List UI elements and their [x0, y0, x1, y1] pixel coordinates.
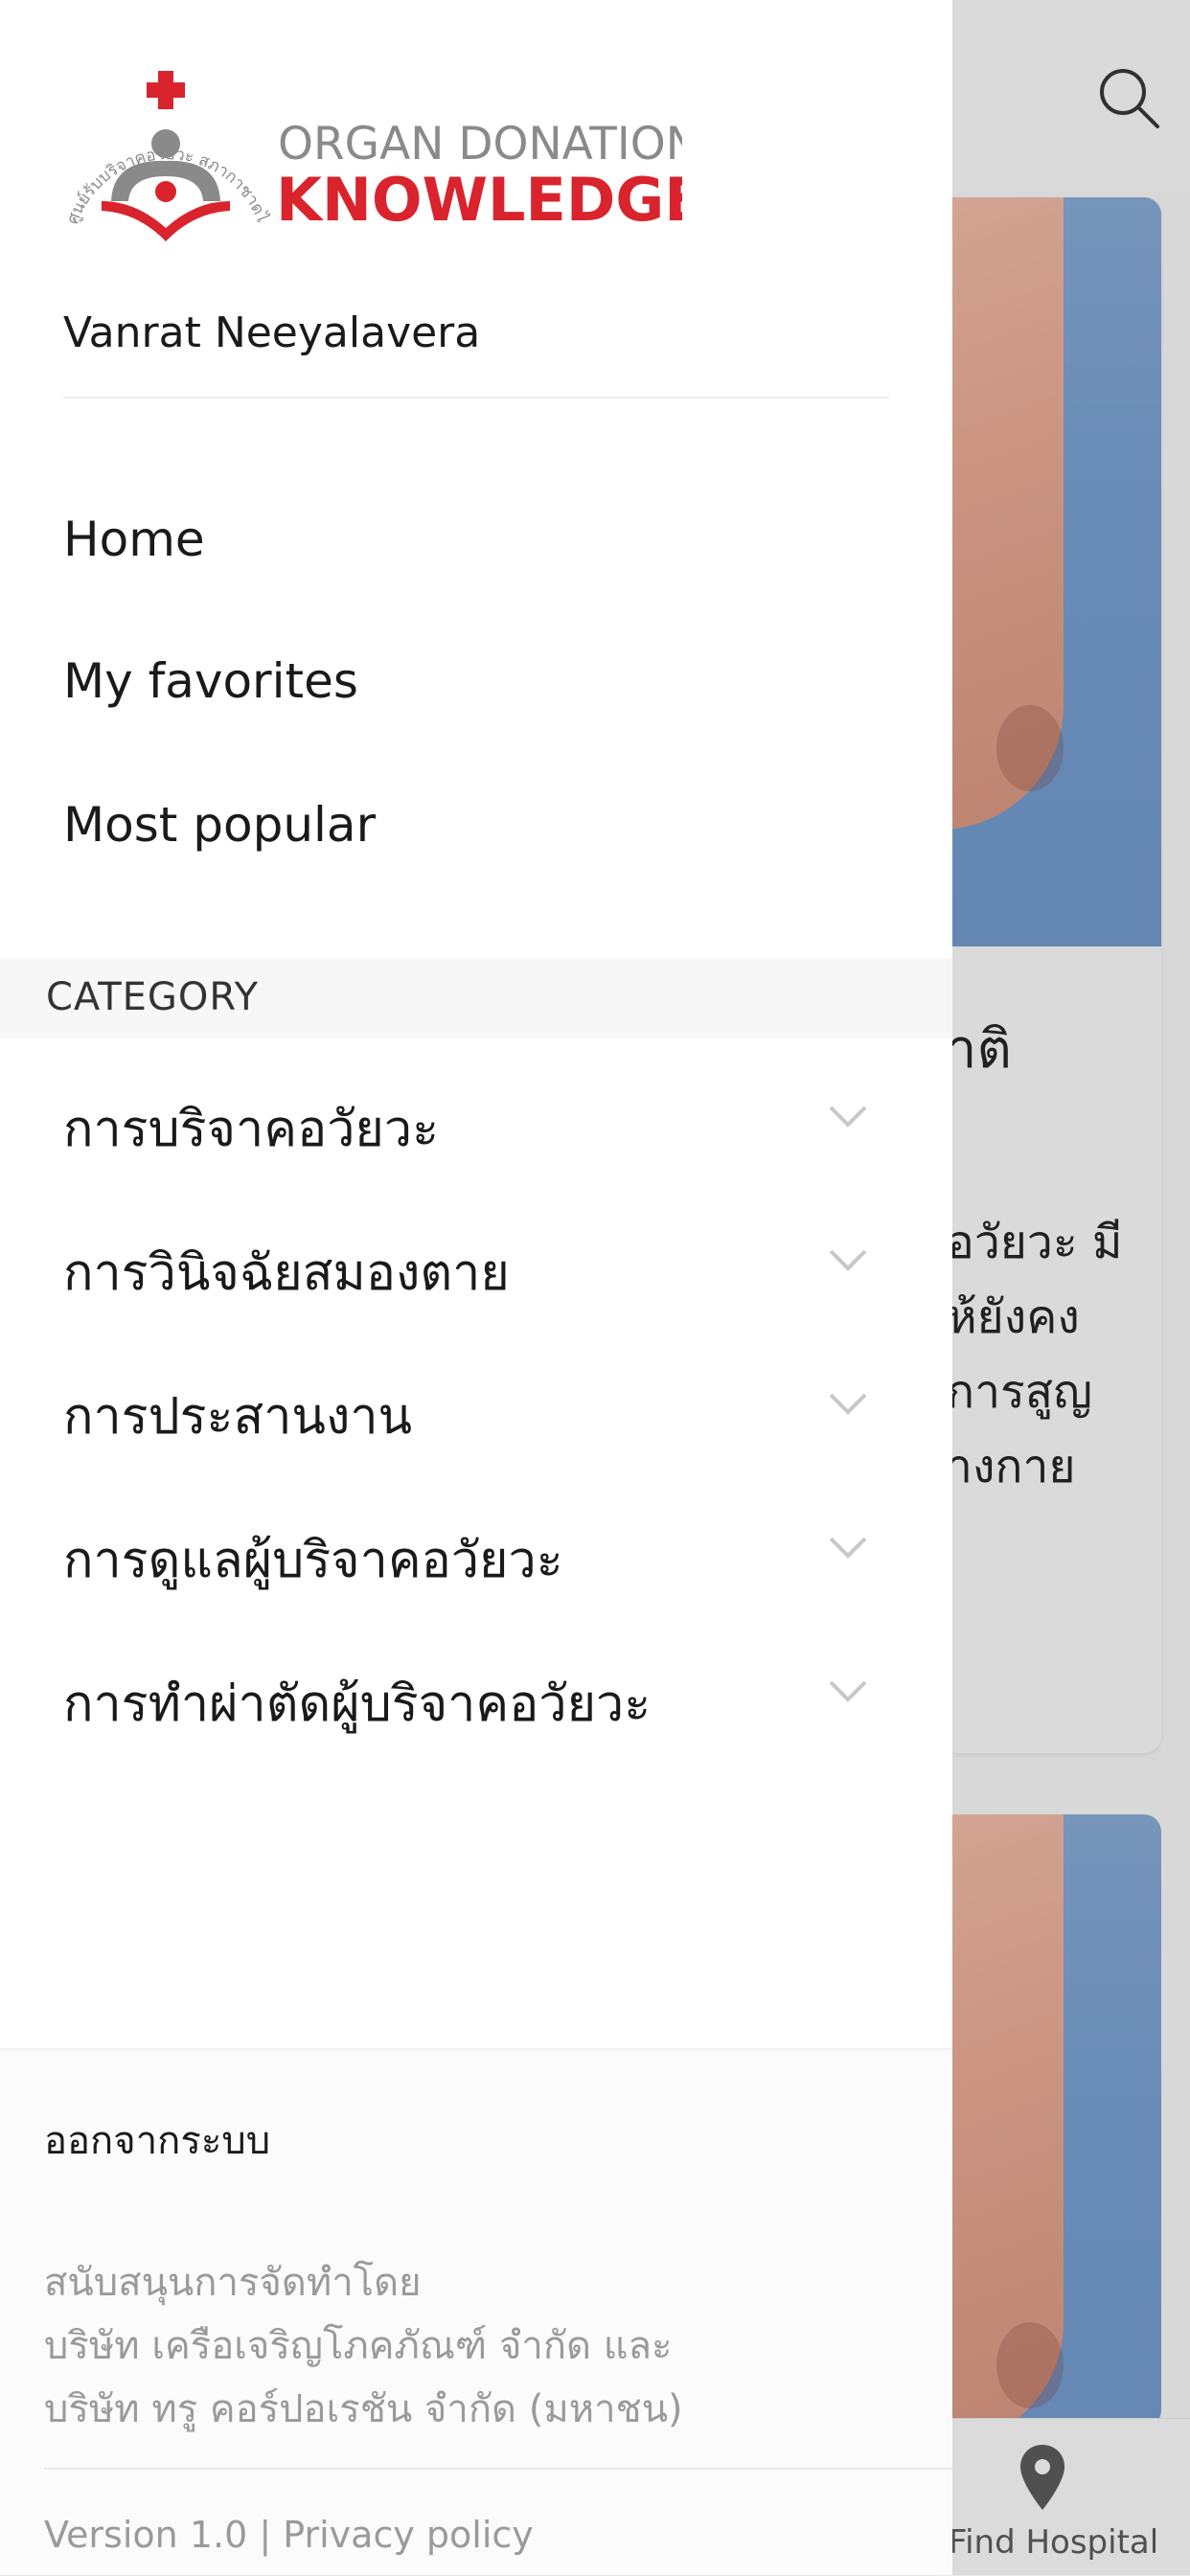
article-image: [939, 197, 1161, 946]
support-text: บริษัท เครือเจริญโภคภัณฑ์ จำกัด และ: [44, 2324, 673, 2368]
category-label: การวินิจฉัยสมองตาย: [63, 1244, 510, 1302]
article-card[interactable]: [939, 197, 1161, 1753]
chevron-down-icon[interactable]: [826, 1238, 870, 1282]
article-excerpt: อวัยวะ มี ห้ยังคง การสูญ างกาย: [947, 1216, 1123, 1493]
chevron-down-icon[interactable]: [826, 1525, 870, 1569]
category-label: การบริจาคอวัยวะ: [63, 1101, 440, 1158]
support-text: สนับสนุนการจัดทำโดย: [44, 2261, 422, 2305]
map-pin-icon: [1020, 2445, 1064, 2510]
search-icon: [1100, 69, 1159, 128]
divider: [44, 2468, 952, 2470]
support-text: บริษัท ทรู คอร์ปอเรชัน จำกัด (มหาชน): [44, 2387, 683, 2431]
article-title: าติ: [947, 1018, 1012, 1081]
nav-item-my-favorites[interactable]: My favorites: [63, 653, 358, 709]
navigation-drawer: ศูนย์รับบริจาคอวัยวะ สภากาชาดไทย ORGAN D…: [0, 0, 952, 2575]
version-row: Version 1.0 | Privacy policy: [44, 2514, 534, 2556]
category-item[interactable]: การวินิจฉัยสมองตาย: [0, 1188, 952, 1332]
find-hospital-tab[interactable]: Find Hospital: [949, 2523, 1158, 2562]
chevron-down-icon[interactable]: [826, 1094, 870, 1138]
chevron-down-icon[interactable]: [826, 1669, 870, 1713]
category-item[interactable]: การบริจาคอวัยวะ: [0, 1044, 952, 1188]
category-item[interactable]: การประสานงาน: [0, 1332, 952, 1475]
category-item[interactable]: การทำผ่าตัดผู้บริจาคอวัยวะ: [0, 1619, 952, 1763]
version-text: Version 1.0: [44, 2514, 248, 2556]
svg-text:KNOWLEDGE: KNOWLEDGE: [276, 165, 682, 235]
article-card-2[interactable]: [939, 1814, 1161, 2428]
category-header: CATEGORY: [46, 975, 260, 1019]
category-item[interactable]: การดูแลผู้บริจาคอวัยวะ: [0, 1475, 952, 1619]
privacy-policy-link[interactable]: Privacy policy: [283, 2514, 534, 2556]
svg-text:ORGAN DONATION: ORGAN DONATION: [278, 118, 682, 171]
logout-button[interactable]: ออกจากระบบ: [44, 2109, 270, 2171]
chevron-down-icon[interactable]: [826, 1381, 870, 1425]
divider: [63, 397, 889, 399]
user-name: Vanrat Neeyalavera: [63, 308, 481, 357]
category-label: การดูแลผู้บริจาคอวัยวะ: [63, 1532, 563, 1589]
search-button[interactable]: [1092, 61, 1165, 134]
nav-item-home[interactable]: Home: [63, 512, 205, 567]
separator: |: [259, 2514, 272, 2556]
nav-item-most-popular[interactable]: Most popular: [63, 797, 376, 853]
organ-donation-logo: ศูนย์รับบริจาคอวัยวะ สภากาชาดไทย ORGAN D…: [59, 67, 682, 241]
category-label: การประสานงาน: [63, 1388, 413, 1446]
category-label: การทำผ่าตัดผู้บริจาคอวัยวะ: [63, 1676, 652, 1733]
article-image-2: [939, 1814, 1161, 2428]
